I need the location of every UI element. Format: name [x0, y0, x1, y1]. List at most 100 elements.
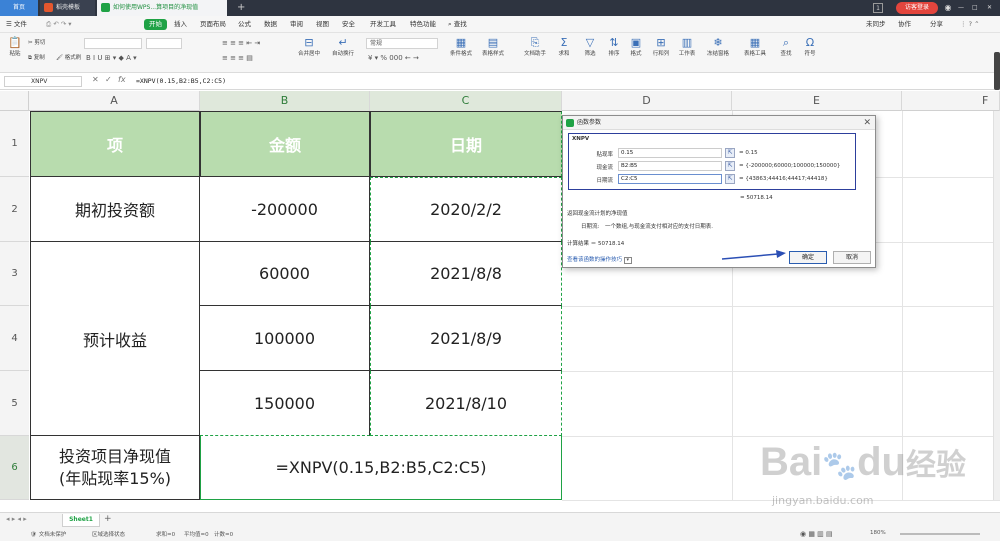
row-header-5[interactable]: 5 [0, 371, 29, 436]
table-style-button[interactable]: ▤ 表格样式 [480, 36, 506, 57]
menu-view[interactable]: 视图 [316, 16, 329, 33]
new-tab-button[interactable]: + [237, 0, 245, 16]
search-menu[interactable]: ⌕ 查找 [448, 16, 467, 33]
dialog-close-icon[interactable]: ✕ [863, 116, 871, 130]
font-family-select[interactable] [84, 38, 142, 49]
menu-features[interactable]: 特色功能 [410, 16, 436, 33]
cancel-formula-icon[interactable]: ✕ [92, 75, 99, 84]
avatar-icon[interactable]: ◉ [942, 0, 954, 16]
collab-button[interactable]: 协作 [898, 16, 911, 33]
worksheet-button[interactable]: ▥ 工作表 [676, 36, 698, 57]
cell-c5[interactable]: 2021/8/10 [370, 371, 562, 436]
zoom-level[interactable]: 180% [870, 530, 886, 536]
menu-developer[interactable]: 开发工具 [370, 16, 396, 33]
cell-b3[interactable]: 60000 [200, 242, 370, 306]
close-button[interactable]: ✕ [987, 0, 992, 16]
format-painter-button[interactable]: 🖌 格式刷 [56, 53, 81, 61]
table-tools-button[interactable]: ▦ 表格工具 [740, 36, 770, 57]
collapse-dialog-icon[interactable]: ⇱ [725, 161, 735, 171]
symbol-button[interactable]: Ω 符号 [800, 36, 820, 57]
arg-input-rate[interactable]: 0.15 [618, 148, 722, 158]
sheet-tab-sheet1[interactable]: Sheet1 [62, 514, 100, 527]
quick-access-icons[interactable]: ⎙ ↶ ↷ ▾ [46, 16, 72, 33]
find-button[interactable]: ⌕ 查找 [776, 36, 796, 57]
freeze-button[interactable]: ❄ 冻结窗格 [704, 36, 732, 57]
column-header-c[interactable]: C [370, 91, 562, 111]
collapse-dialog-icon[interactable]: ⇱ [725, 174, 735, 184]
menu-insert[interactable]: 插入 [174, 16, 187, 33]
minimize-button[interactable]: — [958, 0, 964, 16]
confirm-formula-icon[interactable]: ✓ [105, 75, 112, 84]
side-panel-handle[interactable] [994, 52, 1000, 90]
align-buttons-2[interactable]: ≡ ≡ ≡ ▤ [222, 54, 253, 62]
wrap-button[interactable]: ↵ 自动换行 [330, 36, 356, 57]
cell-b6-formula[interactable]: =XNPV(0.15,B2:B5,C2:C5) [200, 436, 562, 500]
header-amount[interactable]: 金额 [200, 111, 370, 177]
ok-button[interactable]: 确定 [789, 251, 827, 264]
menu-data[interactable]: 数据 [264, 16, 277, 33]
cell-a3-merged[interactable]: 预计收益 [30, 242, 200, 436]
share-button[interactable]: 分享 [930, 16, 943, 33]
fx-icon[interactable]: fx [118, 75, 126, 84]
column-header-e[interactable]: E [732, 91, 902, 111]
arg-input-values[interactable]: B2:B5 [618, 161, 722, 171]
zoom-slider[interactable] [900, 533, 980, 535]
align-buttons[interactable]: ≡ ≡ ≡ ⇤ ⇥ [222, 39, 260, 47]
name-box[interactable]: XNPV [4, 76, 82, 87]
column-header-d[interactable]: D [562, 91, 732, 111]
number-format-select[interactable]: 常规 [366, 38, 438, 49]
row-header-4[interactable]: 4 [0, 306, 29, 371]
cell-b4[interactable]: 100000 [200, 306, 370, 371]
view-mode-icons[interactable]: ◉ ▦ ▥ ▤ [800, 530, 833, 538]
tab-document[interactable]: 如何使用WPS...算项目的净现值 [97, 0, 227, 16]
add-sheet-button[interactable]: + [104, 514, 112, 524]
row-header-1[interactable]: 1 [0, 111, 29, 177]
tab-home[interactable]: 首页 [0, 0, 38, 16]
select-all-corner[interactable] [0, 91, 29, 111]
cell-c3[interactable]: 2021/8/8 [370, 242, 562, 306]
column-header-a[interactable]: A [29, 91, 200, 111]
font-size-select[interactable] [146, 38, 182, 49]
filter-button[interactable]: ▽ 筛选 [580, 36, 600, 57]
cut-button[interactable]: ✂ 剪切 [28, 38, 45, 46]
cancel-button[interactable]: 取消 [833, 251, 871, 264]
cell-c2[interactable]: 2020/2/2 [370, 177, 562, 242]
sync-status[interactable]: 未同步 [866, 16, 886, 33]
more-icon[interactable]: ⋮ ? ⌃ [960, 16, 980, 33]
format-button[interactable]: ▣ 格式 [626, 36, 646, 57]
cell-b2[interactable]: -200000 [200, 177, 370, 242]
login-button[interactable]: 访客登录 [896, 2, 938, 14]
help-link[interactable]: 查看该函数的操作技巧 ▾ [567, 255, 632, 264]
dialog-titlebar[interactable]: 函数参数 ✕ [563, 116, 875, 130]
menu-review[interactable]: 审阅 [290, 16, 303, 33]
column-header-b[interactable]: B [200, 91, 370, 111]
sort-button[interactable]: ⇅ 排序 [604, 36, 624, 57]
maximize-button[interactable]: □ [972, 0, 978, 16]
arg-input-dates[interactable]: C2:C5 [618, 174, 722, 184]
doc-helper-button[interactable]: ⎘ 文档助手 [522, 36, 548, 57]
menu-start[interactable]: 开始 [144, 19, 167, 30]
header-item[interactable]: 项 [30, 111, 200, 177]
row-header-6[interactable]: 6 [0, 436, 29, 500]
header-date[interactable]: 日期 [370, 111, 562, 177]
sheet-nav-icons[interactable]: ◂ ▸ ◂ ▸ [6, 515, 27, 523]
file-menu[interactable]: ☰ 文件 [6, 16, 27, 33]
formula-input[interactable]: =XNPV(0.15,B2:B5,C2:C5) [136, 76, 226, 87]
row-col-button[interactable]: ⊞ 行和列 [650, 36, 672, 57]
font-style-buttons[interactable]: B I U ⊞ ▾ ◆ A ▾ [86, 54, 137, 62]
conditional-format-button[interactable]: ▦ 条件格式 [448, 36, 474, 57]
cell-a6[interactable]: 投资项目净现值 (年贴现率15%) [30, 436, 200, 500]
sum-button[interactable]: Σ 求和 [554, 36, 574, 57]
row-header-2[interactable]: 2 [0, 177, 29, 242]
tab-templates[interactable]: 稻壳模板 [40, 0, 95, 16]
row-header-3[interactable]: 3 [0, 242, 29, 306]
copy-button[interactable]: ⧉ 复制 [28, 53, 45, 62]
menu-formula[interactable]: 公式 [238, 16, 251, 33]
paste-button[interactable]: 📋 粘贴 [6, 36, 24, 57]
protect-status[interactable]: 🛡 文档未保护 [30, 530, 66, 538]
number-format-buttons[interactable]: ¥ ▾ % 000 ← → [368, 54, 419, 62]
cell-b5[interactable]: 150000 [200, 371, 370, 436]
collapse-dialog-icon[interactable]: ⇱ [725, 148, 735, 158]
vertical-scrollbar[interactable] [993, 111, 1000, 500]
merge-button[interactable]: ⊟ 合并居中 [296, 36, 322, 57]
